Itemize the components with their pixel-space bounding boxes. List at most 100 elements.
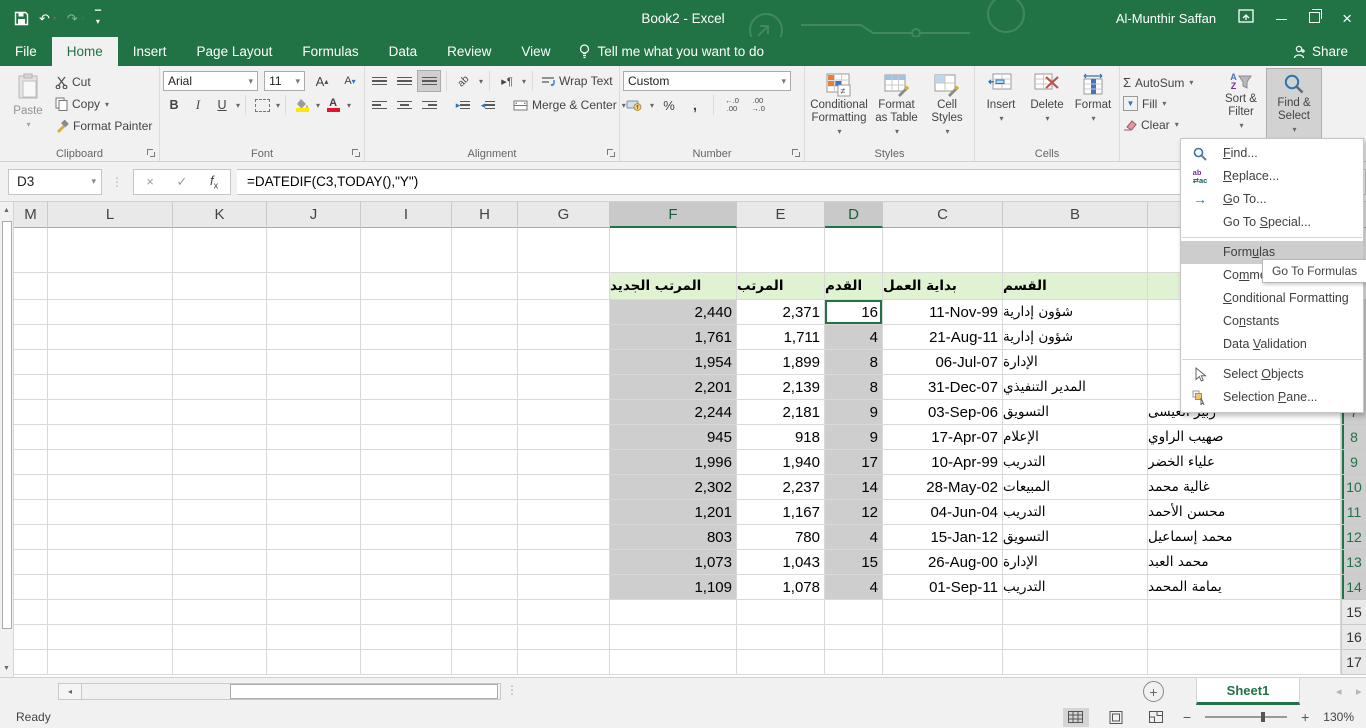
- cell-B6[interactable]: المدير التنفيذي: [1003, 375, 1148, 400]
- row-header-14[interactable]: 14: [1341, 575, 1366, 600]
- bottom-align-button[interactable]: [418, 71, 440, 91]
- cell-M3[interactable]: [14, 300, 48, 325]
- cell-H12[interactable]: [452, 525, 518, 550]
- column-header-G[interactable]: G: [518, 202, 610, 228]
- cell-J3[interactable]: [267, 300, 361, 325]
- cell-A13[interactable]: محمد العبد: [1148, 550, 1341, 575]
- cell-J16[interactable]: [267, 625, 361, 650]
- cell-C16[interactable]: [883, 625, 1003, 650]
- cell-K14[interactable]: [173, 575, 267, 600]
- menu-item-go-to[interactable]: →Go To...: [1181, 188, 1363, 211]
- borders-button[interactable]: [251, 95, 273, 115]
- cell-L12[interactable]: [48, 525, 173, 550]
- cell-B16[interactable]: [1003, 625, 1148, 650]
- align-right-button[interactable]: [418, 95, 440, 115]
- cell-H13[interactable]: [452, 550, 518, 575]
- cell-K5[interactable]: [173, 350, 267, 375]
- cell-I2[interactable]: [361, 273, 452, 300]
- cell-H14[interactable]: [452, 575, 518, 600]
- cell-I17[interactable]: [361, 650, 452, 675]
- autosum-dropdown-icon[interactable]: ▾: [1189, 78, 1193, 87]
- cell-C14[interactable]: 01-Sep-11: [883, 575, 1003, 600]
- cell-A12[interactable]: محمد إسماعيل: [1148, 525, 1341, 550]
- cell-L2[interactable]: [48, 273, 173, 300]
- text-direction-button[interactable]: ▸¶: [496, 71, 518, 91]
- cell-C5[interactable]: 06-Jul-07: [883, 350, 1003, 375]
- cell-H6[interactable]: [452, 375, 518, 400]
- middle-align-button[interactable]: [393, 71, 415, 91]
- align-left-button[interactable]: [368, 95, 390, 115]
- cell-H15[interactable]: [452, 600, 518, 625]
- cell-J4[interactable]: [267, 325, 361, 350]
- cell-C17[interactable]: [883, 650, 1003, 675]
- cell-F15[interactable]: [610, 600, 737, 625]
- cell-D11[interactable]: 12: [825, 500, 883, 525]
- cell-F7[interactable]: 2,244: [610, 400, 737, 425]
- cell-I11[interactable]: [361, 500, 452, 525]
- italic-button[interactable]: I: [187, 95, 209, 115]
- tab-home[interactable]: Home: [52, 37, 118, 66]
- sheet-tab-sheet1[interactable]: Sheet1: [1196, 678, 1300, 705]
- percent-style-button[interactable]: %: [658, 95, 680, 115]
- close-button[interactable]: ×: [1342, 10, 1352, 27]
- cell-H7[interactable]: [452, 400, 518, 425]
- cell-J2[interactable]: [267, 273, 361, 300]
- cell-K13[interactable]: [173, 550, 267, 575]
- cell-J17[interactable]: [267, 650, 361, 675]
- align-center-button[interactable]: [393, 95, 415, 115]
- cell-F17[interactable]: [610, 650, 737, 675]
- cell-M10[interactable]: [14, 475, 48, 500]
- cell-C12[interactable]: 15-Jan-12: [883, 525, 1003, 550]
- cell-E13[interactable]: 1,043: [737, 550, 825, 575]
- cell-H11[interactable]: [452, 500, 518, 525]
- column-header-H[interactable]: H: [452, 202, 518, 228]
- cell-D16[interactable]: [825, 625, 883, 650]
- cell-C15[interactable]: [883, 600, 1003, 625]
- cell-E17[interactable]: [737, 650, 825, 675]
- cell-C10[interactable]: 28-May-02: [883, 475, 1003, 500]
- sheet-nav-next-icon[interactable]: ▸: [1356, 678, 1362, 705]
- cell-C13[interactable]: 26-Aug-00: [883, 550, 1003, 575]
- cell-G2[interactable]: [518, 273, 610, 300]
- cell-J11[interactable]: [267, 500, 361, 525]
- insert-function-icon[interactable]: fx: [198, 173, 230, 191]
- cell-J9[interactable]: [267, 450, 361, 475]
- cell-K6[interactable]: [173, 375, 267, 400]
- minimize-button[interactable]: [1276, 11, 1287, 26]
- copy-button[interactable]: Copy ▾: [53, 93, 154, 115]
- cell-C11[interactable]: 04-Jun-04: [883, 500, 1003, 525]
- redo-dropdown-icon[interactable]: ▾: [81, 14, 85, 23]
- cell-A11[interactable]: محسن الأحمد: [1148, 500, 1341, 525]
- row-header-10[interactable]: 10: [1341, 475, 1366, 500]
- increase-font-size-button[interactable]: A▴: [311, 71, 333, 91]
- cell-G8[interactable]: [518, 425, 610, 450]
- cell-E15[interactable]: [737, 600, 825, 625]
- row-header-9[interactable]: 9: [1341, 450, 1366, 475]
- menu-item-conditional-formatting[interactable]: Conditional Formatting: [1181, 287, 1363, 310]
- column-header-I[interactable]: I: [361, 202, 452, 228]
- cell-B2[interactable]: القسم: [1003, 273, 1148, 300]
- scrollbar-resize-handle[interactable]: ⋮: [506, 683, 518, 697]
- cell-D9[interactable]: 17: [825, 450, 883, 475]
- font-size-select[interactable]: 11▾: [264, 71, 305, 91]
- cell-D10[interactable]: 14: [825, 475, 883, 500]
- cell-M4[interactable]: [14, 325, 48, 350]
- cell-F3[interactable]: 2,440: [610, 300, 737, 325]
- cell-F10[interactable]: 2,302: [610, 475, 737, 500]
- cell-L8[interactable]: [48, 425, 173, 450]
- cell-F11[interactable]: 1,201: [610, 500, 737, 525]
- cell-G4[interactable]: [518, 325, 610, 350]
- tab-data[interactable]: Data: [374, 37, 433, 66]
- cell-H1[interactable]: [452, 228, 518, 273]
- cell-F14[interactable]: 1,109: [610, 575, 737, 600]
- tab-page-layout[interactable]: Page Layout: [182, 37, 288, 66]
- cell-B14[interactable]: التدريب: [1003, 575, 1148, 600]
- add-sheet-button[interactable]: +: [1143, 681, 1164, 702]
- cell-G10[interactable]: [518, 475, 610, 500]
- increase-indent-button[interactable]: ▸: [452, 95, 474, 115]
- zoom-out-icon[interactable]: −: [1183, 709, 1191, 725]
- cell-E3[interactable]: 2,371: [737, 300, 825, 325]
- vertical-scroll-thumb[interactable]: [2, 221, 12, 629]
- menu-item-constants[interactable]: Constants: [1181, 310, 1363, 333]
- column-header-K[interactable]: K: [173, 202, 267, 228]
